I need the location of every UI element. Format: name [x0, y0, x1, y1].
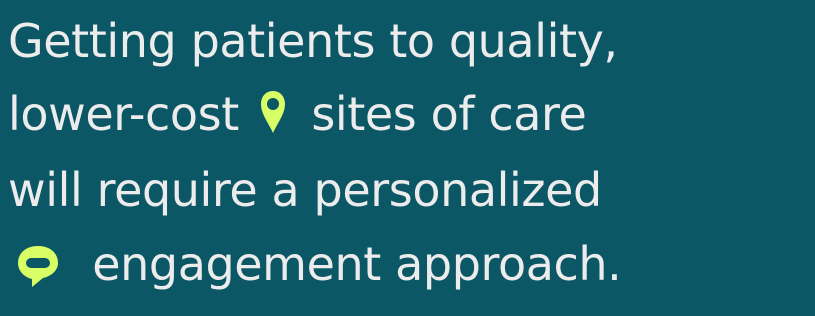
- headline-line-2-before-icon: lower-cost: [8, 87, 239, 141]
- headline-line-2: lower-cost sites of care: [8, 89, 587, 141]
- headline-line-4: engagement approach.: [8, 241, 622, 292]
- chat-bubble-icon: [14, 242, 62, 290]
- headline-line-2-after-icon: sites of care: [311, 87, 587, 141]
- headline-line-1: Getting patients to quality,: [8, 14, 618, 68]
- headline-line-3: will require a personalized: [8, 163, 602, 217]
- headline: Getting patients to quality, lower-cost …: [0, 0, 815, 316]
- location-pin-icon: [259, 89, 287, 135]
- headline-line-4-after-icon: engagement approach.: [92, 237, 622, 291]
